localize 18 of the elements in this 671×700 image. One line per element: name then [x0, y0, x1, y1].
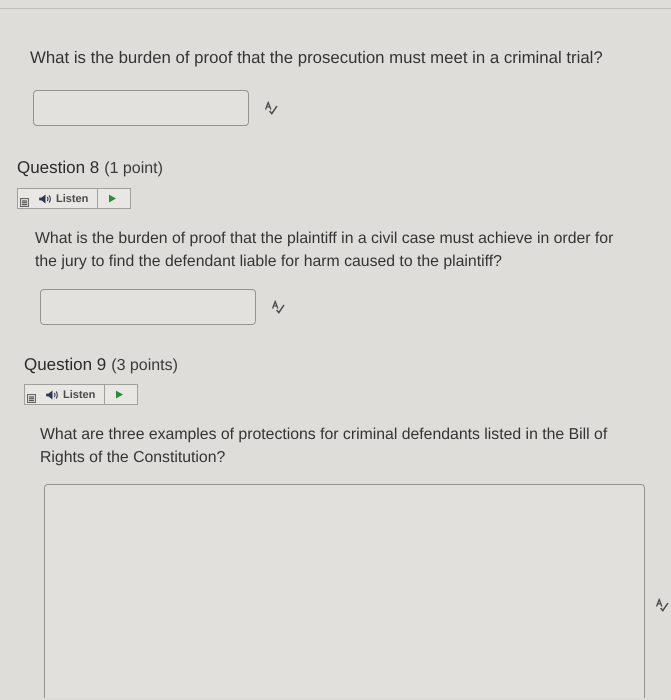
spellcheck-icon[interactable] [655, 598, 669, 612]
menu-icon[interactable] [27, 394, 36, 403]
answer-field[interactable] [40, 289, 256, 325]
question-points: (3 points) [111, 356, 178, 376]
answer-field[interactable] [33, 90, 249, 126]
play-icon [116, 390, 124, 399]
speaker-icon [39, 194, 52, 204]
menu-icon[interactable] [20, 198, 29, 207]
spellcheck-icon[interactable] [271, 300, 285, 314]
question-title: Question 9 [24, 355, 106, 375]
question-text: What is the burden of proof that the plaintiff in a civil case must achieve in order for the jury to find the defendant liable for harm caused to the plaintiff? [35, 229, 614, 272]
speaker-icon [46, 390, 59, 400]
question-title: Question 8 [17, 158, 100, 178]
question-text: What is the burden of proof that the prosecution must meet in a criminal trial? [30, 48, 603, 68]
question-points: (1 point) [104, 159, 163, 179]
spellcheck-icon[interactable] [264, 101, 278, 115]
question-text: What are three examples of protections for criminal defendants listed in the Bill of Rights of the Constitution? [40, 425, 608, 468]
play-icon [109, 194, 116, 203]
